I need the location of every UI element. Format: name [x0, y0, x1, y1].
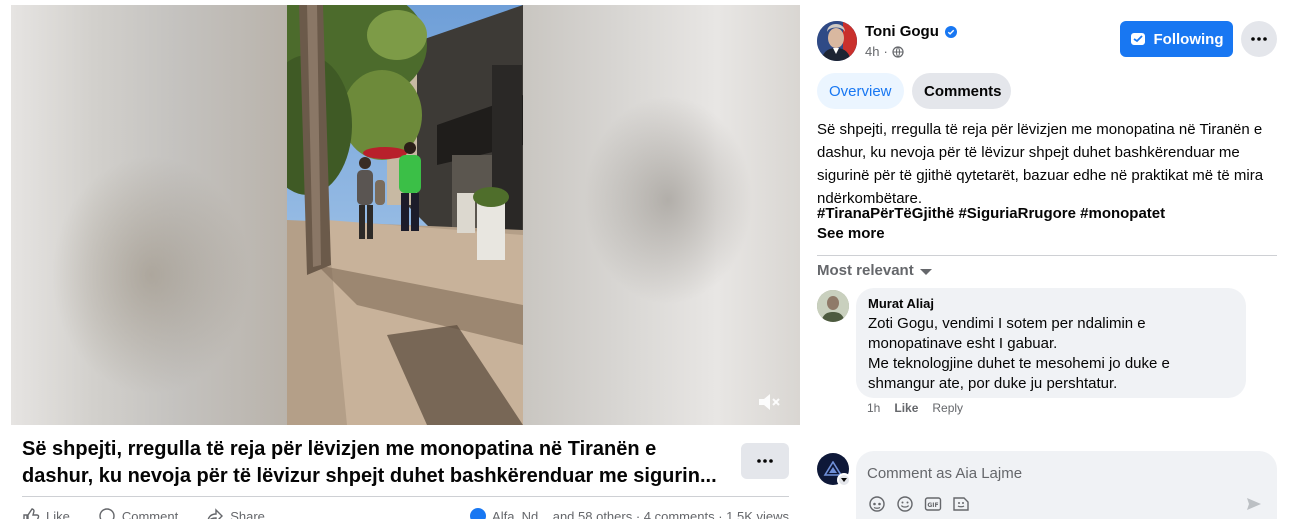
- chevron-down-icon: [841, 478, 847, 482]
- comment-button[interactable]: Comment: [98, 507, 178, 519]
- media-column: Së shpejti, rregulla të reja për lëvizje…: [0, 0, 800, 519]
- tab-comments[interactable]: Comments: [912, 73, 1011, 109]
- sound-off-icon[interactable]: [756, 391, 782, 413]
- comment-bubble: Murat Aliaj Zoti Gogu, vendimi I sotem p…: [856, 288, 1246, 398]
- emoji-icon[interactable]: [896, 495, 914, 513]
- video-blur-left: [11, 5, 287, 425]
- panel-more-button[interactable]: [1241, 21, 1277, 57]
- post-more-button[interactable]: [741, 443, 789, 479]
- post-hashtags[interactable]: #TiranaPërTëGjithë #SiguriaRrugore #mono…: [817, 205, 1165, 222]
- see-more-link[interactable]: See more: [817, 225, 885, 242]
- avatar-sticker-icon[interactable]: [868, 495, 886, 513]
- divider: [817, 255, 1277, 256]
- tab-comments-label: Comments: [924, 82, 1002, 100]
- send-icon[interactable]: [1245, 495, 1263, 513]
- globe-icon: [892, 45, 904, 58]
- video-player[interactable]: [11, 5, 800, 425]
- following-label: Following: [1153, 30, 1224, 48]
- post-title-line-1: Së shpejti, rregulla të reja për lëvizje…: [22, 438, 657, 460]
- like-icon: [23, 508, 40, 519]
- more-icon: [1251, 37, 1267, 41]
- messenger-icon: [1130, 33, 1145, 45]
- comment-icon: [99, 508, 115, 519]
- post-title: Së shpejti, rregulla të reja për lëvizje…: [22, 436, 727, 490]
- comment-time[interactable]: 1h: [867, 401, 880, 415]
- post-meta: 4h ·: [865, 44, 904, 59]
- post-details-panel: Toni Gogu 4h · Following Overview Commen…: [800, 0, 1308, 519]
- like-label: Like: [46, 508, 70, 519]
- post-actions: Like Comment Share Alfa, Nd... and 58 ot…: [22, 506, 789, 519]
- comment-text-line: monopatinave esht I gabuar.: [868, 335, 1058, 352]
- comment-text: Zoti Gogu, vendimi I sotem per ndalimin …: [868, 314, 1234, 394]
- video-frame[interactable]: [287, 5, 523, 425]
- like-button[interactable]: Like: [22, 507, 70, 519]
- comment-text-line: Me teknologjine duhet te mesohemi jo duk…: [868, 355, 1170, 372]
- facebook-post-viewer: Së shpejti, rregulla të reja për lëvizje…: [0, 0, 1308, 519]
- profile-switch-badge[interactable]: [837, 473, 851, 487]
- dot-separator: ·: [883, 44, 888, 59]
- reaction-summary: Alfa, Nd... and 58 others · 4 comments ·…: [492, 508, 789, 519]
- reaction-stats[interactable]: Alfa, Nd... and 58 others · 4 comments ·…: [470, 508, 789, 519]
- commenter-avatar[interactable]: [817, 290, 849, 322]
- comment-text-line: shmangur ate, por duke ju pershtatur.: [868, 375, 1118, 392]
- comment-composer: GIF: [856, 451, 1277, 519]
- post-description: Së shpejti, rregulla të reja për lëvizje…: [817, 121, 1264, 207]
- comment-sort-dropdown[interactable]: Most relevant: [817, 262, 932, 279]
- sort-label: Most relevant: [817, 262, 914, 279]
- post-time[interactable]: 4h: [865, 44, 879, 59]
- caret-down-icon: [919, 268, 932, 275]
- comment-actions: 1h Like Reply: [867, 401, 963, 415]
- tab-overview[interactable]: Overview: [817, 73, 904, 109]
- composer-tools: GIF: [868, 495, 970, 513]
- comment-text-line: Zoti Gogu, vendimi I sotem per ndalimin …: [868, 315, 1146, 332]
- like-reaction-icon: [470, 508, 487, 519]
- video-blur-right: [523, 5, 800, 425]
- share-label: Share: [230, 508, 265, 519]
- author-avatar[interactable]: [817, 21, 857, 61]
- tab-overview-label: Overview: [829, 82, 892, 100]
- author-name[interactable]: Toni Gogu: [865, 23, 957, 40]
- sticker-icon[interactable]: [952, 495, 970, 513]
- comment-like-button[interactable]: Like: [894, 401, 918, 415]
- gif-icon[interactable]: GIF: [924, 495, 942, 513]
- post-title-line-2: dashur, ku nevoja për të lëvizur shpejt …: [22, 465, 717, 487]
- share-icon: [207, 508, 224, 519]
- author-name-text: Toni Gogu: [865, 23, 939, 40]
- comment-reply-button[interactable]: Reply: [932, 401, 963, 415]
- street-scene-image: [287, 5, 523, 425]
- verified-icon: [944, 25, 957, 38]
- comment-author[interactable]: Murat Aliaj: [868, 296, 1234, 312]
- more-icon: [757, 459, 773, 463]
- share-button[interactable]: Share: [206, 507, 265, 519]
- following-button[interactable]: Following: [1120, 21, 1233, 57]
- comment-input[interactable]: [867, 462, 1247, 484]
- divider: [22, 496, 789, 497]
- svg-text:GIF: GIF: [927, 502, 938, 509]
- comment-label: Comment: [121, 508, 179, 519]
